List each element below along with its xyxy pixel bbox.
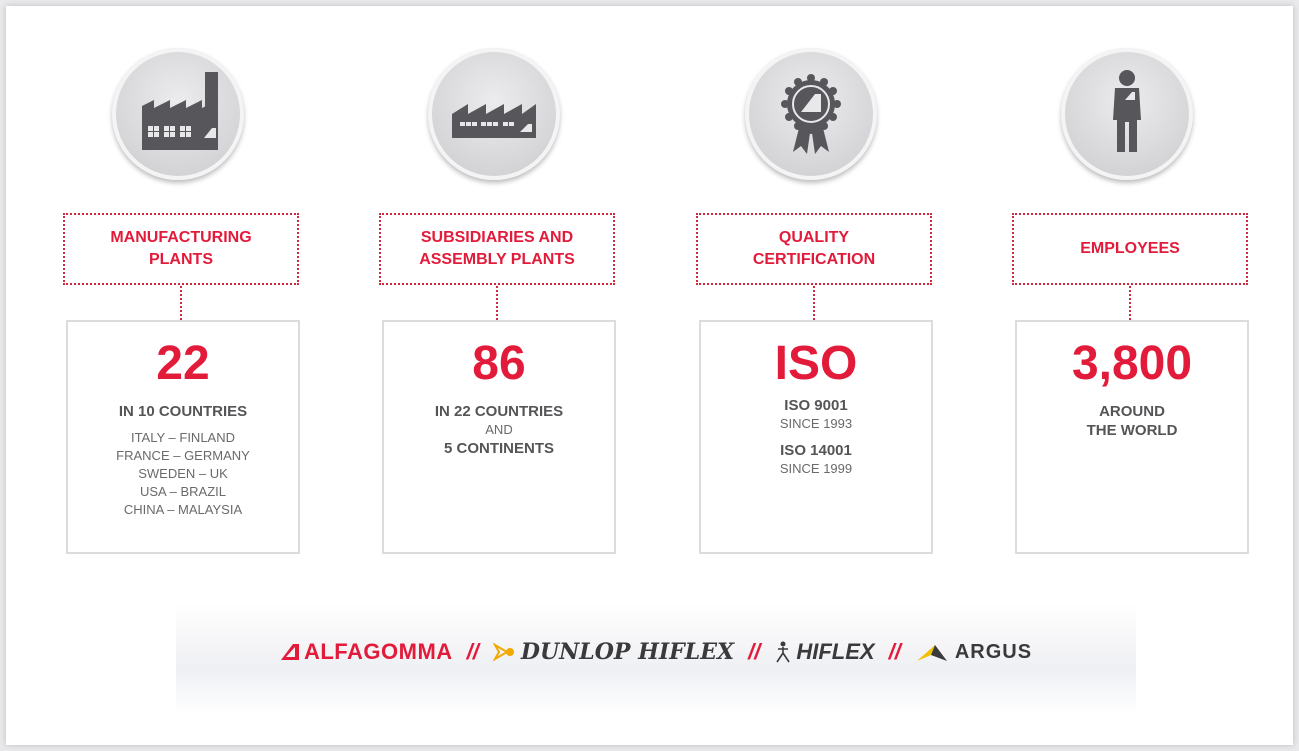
quality-rosette-icon	[745, 48, 877, 180]
country-line: ITALY – FINLAND	[130, 430, 236, 445]
argus-wing-icon	[916, 645, 947, 661]
column-manufacturing-plants: MANUFACTURING PLANTS 22 IN 10 COUNTRIES …	[63, 6, 303, 566]
dotted-connector	[1129, 286, 1131, 320]
hiflex-logo: HIFLEX	[774, 639, 875, 665]
stat-box-employees: 3,800 AROUND THE WORLD	[1015, 320, 1249, 554]
stat-subtitle: IN 10 COUNTRIES	[118, 403, 248, 420]
column-subsidiaries: SUBSIDIARIES AND ASSEMBLY PLANTS 86 IN 2…	[379, 6, 619, 566]
stat-number: 86	[472, 337, 526, 390]
alfagomma-logo: ALFAGOMMA	[280, 639, 453, 665]
cert-iso-9001: ISO 9001	[784, 397, 848, 414]
brand-separator: //	[748, 639, 761, 664]
dotted-connector	[813, 286, 815, 320]
cert-iso-14001: ISO 14001	[780, 442, 852, 459]
stat-subtitle: IN 22 COUNTRIES	[434, 403, 564, 420]
country-list: ITALY – FINLAND FRANCE – GERMANY SWEDEN …	[68, 429, 298, 519]
label-employees: EMPLOYEES	[1012, 213, 1248, 285]
stat-number: 3,800	[1071, 337, 1193, 390]
label-manufacturing-plants: MANUFACTURING PLANTS	[63, 213, 299, 285]
label-subsidiaries: SUBSIDIARIES AND ASSEMBLY PLANTS	[379, 213, 615, 285]
and-text: AND	[485, 422, 513, 437]
country-line: FRANCE – GERMANY	[116, 448, 250, 463]
factory-chimney-icon	[112, 48, 244, 180]
column-quality: QUALITY CERTIFICATION ISO ISO 9001 SINCE…	[696, 6, 936, 566]
brand-separator: //	[888, 639, 901, 664]
employee-person-icon	[1061, 48, 1193, 180]
stat-box-quality: ISO ISO 9001 SINCE 1993 ISO 14001 SINCE …	[699, 320, 933, 554]
stat-box-manufacturing: 22 IN 10 COUNTRIES ITALY – FINLAND FRANC…	[66, 320, 300, 554]
label-quality: QUALITY CERTIFICATION	[696, 213, 932, 285]
brand-separator: //	[466, 639, 479, 664]
stat-box-subsidiaries: 86 IN 22 COUNTRIES AND 5 CONTINENTS	[382, 320, 616, 554]
cert-since-1999: SINCE 1999	[779, 461, 853, 476]
infographic-card: MANUFACTURING PLANTS 22 IN 10 COUNTRIES …	[6, 6, 1293, 745]
stat-subtitle-2: 5 CONTINENTS	[443, 440, 554, 457]
argus-logo: ARGUS	[915, 641, 1032, 664]
country-line: CHINA – MALAYSIA	[123, 502, 243, 517]
dotted-connector	[180, 286, 182, 320]
hiflex-figure-icon	[776, 641, 791, 663]
column-employees: EMPLOYEES 3,800 AROUND THE WORLD	[1012, 6, 1252, 566]
brand-logos-strip: ALFAGOMMA // DUNLOP HIFLEX // HIFLEX //	[176, 604, 1136, 714]
country-line: SWEDEN – UK	[138, 466, 228, 481]
stat-number: 22	[156, 337, 210, 390]
alfagomma-logo-icon	[280, 644, 299, 660]
dotted-connector	[496, 286, 498, 320]
stat-subtitle: AROUND THE WORLD	[1086, 403, 1178, 439]
factory-sawtooth-icon	[428, 48, 560, 180]
brand-logos-row: ALFAGOMMA // DUNLOP HIFLEX // HIFLEX //	[176, 632, 1136, 672]
country-line: USA – BRAZIL	[140, 484, 226, 499]
dunlop-arrow-icon	[492, 642, 514, 662]
stat-number: ISO	[774, 337, 858, 390]
cert-since-1993: SINCE 1993	[779, 416, 853, 431]
dunlop-hiflex-logo: DUNLOP HIFLEX	[492, 639, 734, 665]
